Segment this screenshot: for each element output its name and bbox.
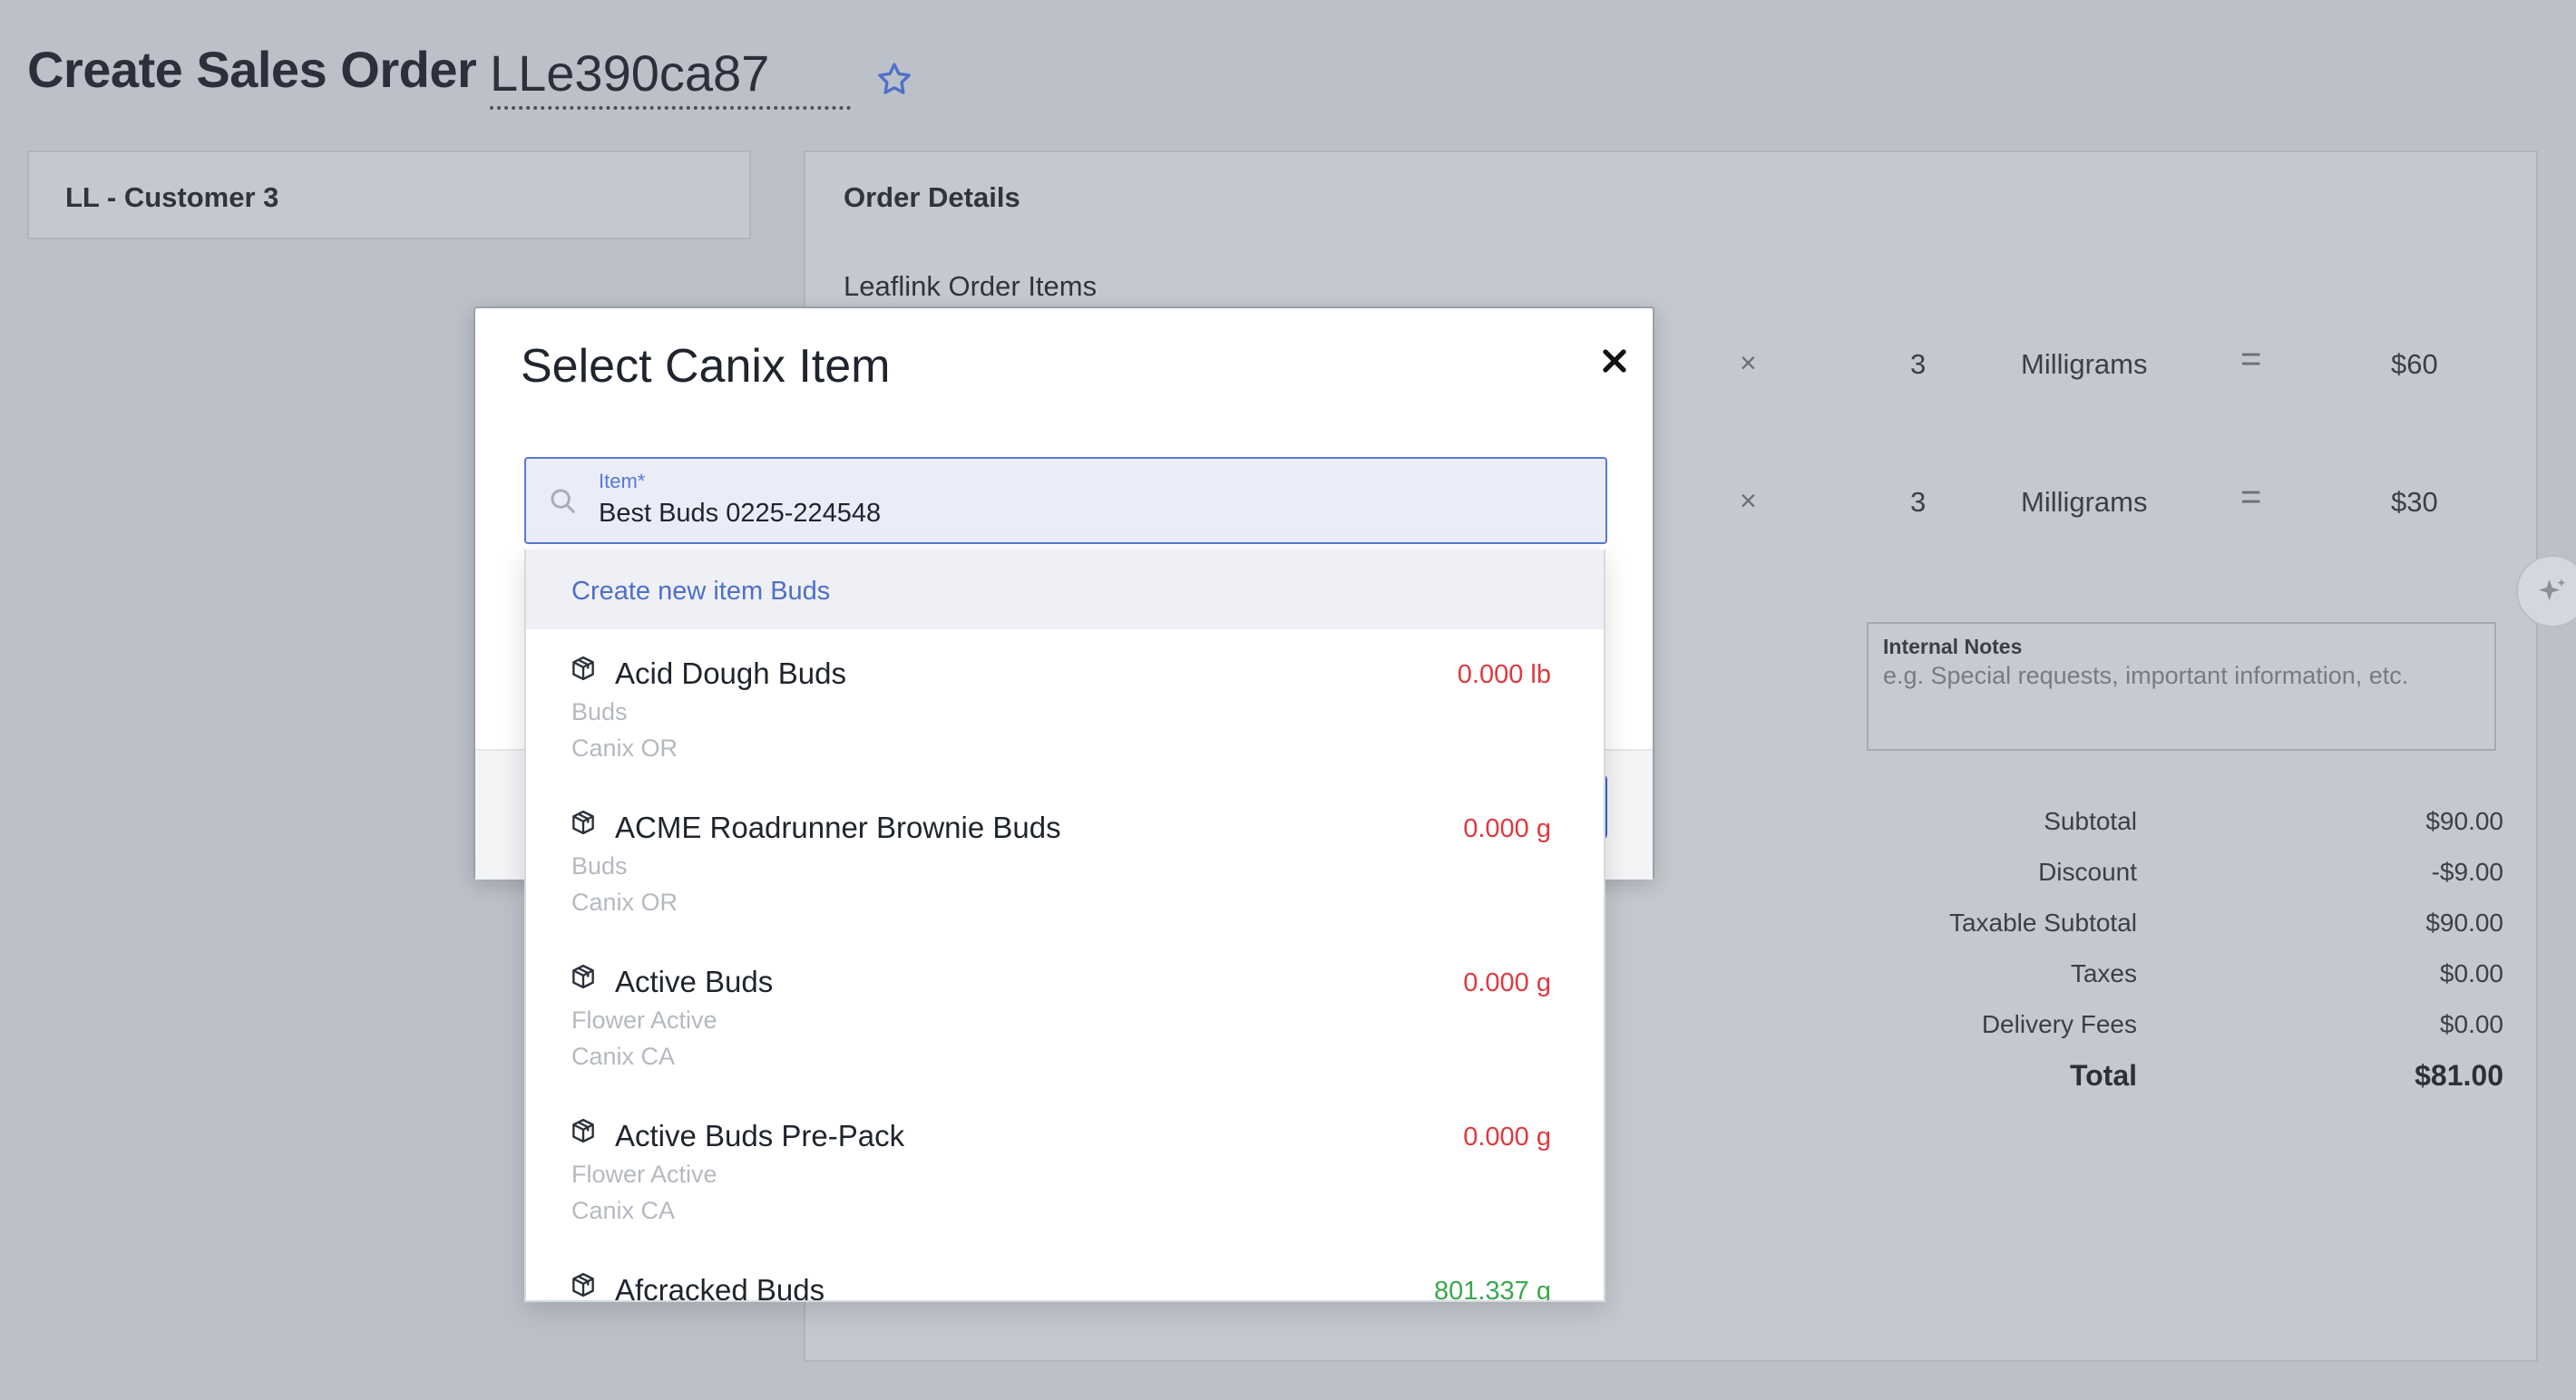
times-icon: × xyxy=(1740,484,1757,517)
internal-notes-label: Internal Notes xyxy=(1883,635,2023,658)
discount-value: -$9.00 xyxy=(2431,858,2503,886)
item-search-field[interactable]: Item* xyxy=(524,457,1607,544)
line-unit[interactable]: Milligrams xyxy=(2021,348,2148,381)
subtotal-label: Subtotal xyxy=(2044,807,2137,835)
item-option-category: Buds xyxy=(571,852,628,880)
total-value: $81.00 xyxy=(2415,1059,2503,1092)
box-icon xyxy=(572,656,594,681)
item-dropdown-list[interactable]: Create new item Buds Acid Dough Buds Bud… xyxy=(524,549,1605,1302)
item-search-input[interactable] xyxy=(599,499,1578,529)
discount-label: Discount xyxy=(2038,858,2137,886)
item-option-category: Buds xyxy=(571,698,628,725)
box-icon xyxy=(572,810,594,835)
equals-icon: = xyxy=(2240,339,2262,379)
order-details-title: Order Details xyxy=(844,181,1020,213)
taxable-subtotal-label: Taxable Subtotal xyxy=(1948,909,2137,937)
order-number-field[interactable]: LLe390ca87 xyxy=(490,44,851,110)
line-unit[interactable]: Milligrams xyxy=(2021,486,2148,519)
item-option-name: Active Buds xyxy=(615,965,774,998)
customer-card[interactable]: LL - Customer 3 xyxy=(27,151,751,239)
line-quantity[interactable]: 3 xyxy=(1910,486,1926,519)
modal-title: Select Canix Item xyxy=(521,340,891,393)
times-icon: × xyxy=(1740,346,1757,379)
item-option-location: Canix OR xyxy=(571,889,678,916)
page-title: Create Sales Order xyxy=(27,41,477,98)
internal-notes-input[interactable] xyxy=(1883,662,2482,690)
line-amount: $30 xyxy=(2391,486,2438,518)
item-option-category: Flower Active xyxy=(571,1161,717,1188)
item-option-quantity: 0.000 g xyxy=(1463,968,1551,997)
item-option-category: Flower Active xyxy=(571,1006,717,1034)
taxes-label: Taxes xyxy=(2070,959,2137,987)
item-option-name: Acid Dough Buds xyxy=(615,656,846,690)
total-label: Total xyxy=(2069,1059,2137,1092)
delivery-fees-label: Delivery Fees xyxy=(1981,1010,2137,1038)
item-option-quantity: 0.000 g xyxy=(1463,814,1551,843)
item-option-quantity: 0.000 g xyxy=(1463,1123,1551,1152)
box-icon xyxy=(572,964,594,989)
subtotal-value: $90.00 xyxy=(2425,807,2503,835)
star-icon[interactable] xyxy=(874,60,914,100)
item-option-location: Canix CA xyxy=(571,1043,676,1070)
delivery-fees-value: $0.00 xyxy=(2439,1010,2503,1038)
item-option-location: Canix OR xyxy=(571,734,678,762)
item-option[interactable]: Afcracked Buds 801.337 g xyxy=(526,1246,1604,1302)
item-field-label: Item* xyxy=(599,470,646,492)
leaflink-items-title: Leaflink Order Items xyxy=(844,270,1098,302)
box-icon xyxy=(572,1272,594,1298)
item-option-quantity: 801.337 g xyxy=(1433,1277,1551,1302)
item-option-name: Afcracked Buds xyxy=(615,1273,825,1302)
item-option[interactable]: Acid Dough Buds Buds Canix OR 0.000 lb xyxy=(526,629,1604,783)
close-icon[interactable] xyxy=(1596,343,1633,379)
item-option[interactable]: Active Buds Pre-Pack Flower Active Canix… xyxy=(526,1092,1604,1246)
line-amount: $60 xyxy=(2391,348,2438,380)
line-quantity[interactable]: 3 xyxy=(1910,348,1926,381)
item-option-name: ACME Roadrunner Brownie Buds xyxy=(615,811,1061,844)
box-icon xyxy=(572,1118,594,1143)
equals-icon: = xyxy=(2240,477,2262,517)
create-new-item-option[interactable]: Create new item Buds xyxy=(526,549,1604,629)
search-icon xyxy=(551,489,575,513)
item-option[interactable]: ACME Roadrunner Brownie Buds Buds Canix … xyxy=(526,783,1604,938)
taxes-value: $0.00 xyxy=(2439,959,2503,987)
item-option-location: Canix CA xyxy=(571,1197,676,1224)
sparkle-icon xyxy=(2539,578,2566,601)
item-option-quantity: 0.000 lb xyxy=(1457,660,1551,689)
item-option-name: Active Buds Pre-Pack xyxy=(615,1119,905,1152)
create-new-item-label: Create new item Buds xyxy=(571,577,831,606)
item-option[interactable]: Active Buds Flower Active Canix CA 0.000… xyxy=(526,938,1604,1092)
internal-notes-field[interactable]: Internal Notes xyxy=(1867,622,2496,751)
customer-name: LL - Customer 3 xyxy=(65,181,279,213)
taxable-subtotal-value: $90.00 xyxy=(2425,909,2503,937)
